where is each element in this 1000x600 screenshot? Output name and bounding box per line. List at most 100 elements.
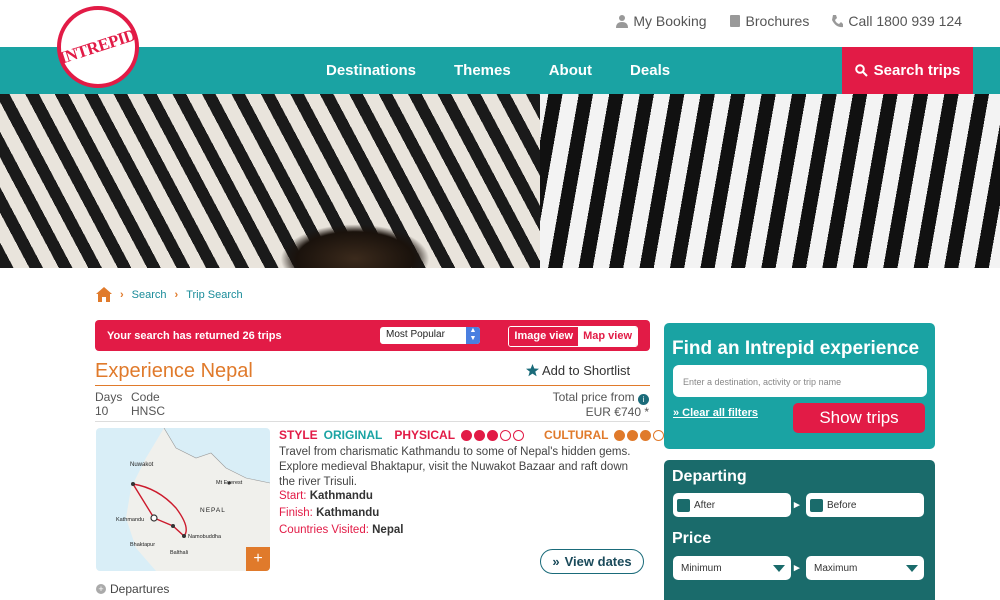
map-label-bhaktapur: Bhaktapur: [130, 542, 155, 548]
code-value: HNSC: [131, 404, 166, 418]
call-link[interactable]: Call 1800 939 124: [831, 13, 962, 29]
map-label-everest: Mt Everest: [216, 480, 243, 486]
info-icon[interactable]: i: [638, 394, 649, 405]
book-icon: [729, 15, 740, 27]
style-value: ORIGINAL: [323, 428, 383, 442]
breadcrumb-trip-search[interactable]: Trip Search: [186, 289, 242, 301]
search-icon: [854, 64, 868, 77]
nav-themes[interactable]: Themes: [454, 62, 511, 79]
brochures-link[interactable]: Brochures: [729, 13, 810, 29]
double-chevron-icon: »: [552, 554, 560, 569]
rating-dot: [461, 429, 473, 441]
countries-value: Nepal: [372, 524, 404, 536]
expand-map-icon[interactable]: +: [246, 547, 270, 571]
before-date-field[interactable]: Before: [806, 493, 924, 517]
dropdown-caret-icon: [773, 565, 785, 572]
rating-dot: [653, 429, 665, 441]
finish-label: Finish:: [279, 507, 313, 519]
trip-price: Total price from i EUR €740 *: [553, 390, 649, 419]
utility-links: My Booking Brochures Call 1800 939 124: [616, 13, 962, 29]
trip-title[interactable]: Experience Nepal: [95, 360, 253, 383]
map-view-button[interactable]: Map view: [578, 327, 637, 346]
departing-title: Departing: [672, 468, 747, 485]
trip-days: Days 10: [95, 390, 122, 418]
home-icon[interactable]: [96, 287, 112, 302]
finish-value: Kathmandu: [316, 507, 380, 519]
cultural-label: CULTURAL: [544, 428, 609, 442]
trip-map[interactable]: Nuwakot Mt Everest NEPAL Kathmandu Bhakt…: [96, 428, 270, 571]
route-map: Nuwakot Mt Everest NEPAL Kathmandu Bhakt…: [116, 428, 270, 571]
rating-dot: [500, 429, 512, 441]
map-label-namobuddha: Namobuddha: [188, 534, 222, 540]
rating-dot: [474, 429, 486, 441]
minimum-label: Minimum: [681, 562, 722, 574]
my-booking-label: My Booking: [633, 13, 707, 29]
sort-select[interactable]: Most Popular ▲ ▼: [380, 327, 480, 344]
calendar-icon: [810, 498, 823, 512]
start-label: Start:: [279, 490, 307, 502]
range-separator: ▸: [794, 562, 800, 574]
price-label: Total price from: [552, 390, 635, 404]
logo-text: INTREPID: [57, 25, 139, 68]
clear-filters-link[interactable]: » Clear all filters: [673, 407, 758, 419]
departures-label: Departures: [110, 582, 170, 596]
hero-zebra-face: [0, 94, 540, 268]
shortlist-label: Add to Shortlist: [542, 363, 631, 378]
before-label: Before: [827, 499, 857, 511]
nav-deals[interactable]: Deals: [630, 62, 670, 79]
map-label-kathmandu: Kathmandu: [116, 517, 144, 523]
rating-dot: [627, 429, 639, 441]
price-value: EUR €740 *: [585, 405, 649, 419]
departures-toggle[interactable]: + Departures: [96, 582, 169, 596]
style-label: STYLE: [279, 428, 318, 442]
after-date-field[interactable]: After: [673, 493, 791, 517]
intrepid-logo[interactable]: INTREPID: [57, 6, 139, 88]
price-min-select[interactable]: Minimum: [673, 556, 791, 580]
price-title: Price: [672, 530, 712, 547]
rating-dot: [614, 429, 626, 441]
physical-label: PHYSICAL: [394, 428, 456, 442]
nav-about[interactable]: About: [549, 62, 592, 79]
star-icon: [526, 364, 539, 377]
finder-search-input[interactable]: Enter a destination, activity or trip na…: [673, 365, 927, 397]
user-icon: [616, 15, 629, 28]
breadcrumb-chevron-icon: ›: [174, 288, 179, 301]
map-label-nuwakot: Nuwakot: [130, 462, 154, 468]
plus-icon: +: [96, 584, 106, 594]
trip-route: Start: Kathmandu Finish: Kathmandu Count…: [279, 488, 403, 539]
search-trips-label: Search trips: [873, 62, 961, 79]
brochures-label: Brochures: [745, 13, 810, 29]
code-label: Code: [131, 390, 160, 404]
rating-dot: [487, 429, 499, 441]
meta-divider: [95, 421, 650, 422]
view-toggle: Image view Map view: [508, 326, 638, 347]
utility-bar: My Booking Brochures Call 1800 939 124: [0, 0, 1000, 47]
maximum-label: Maximum: [814, 562, 858, 574]
rating-dot: [640, 429, 652, 441]
price-max-select[interactable]: Maximum: [806, 556, 924, 580]
sort-select-value: Most Popular: [386, 329, 445, 340]
nav-destinations[interactable]: Destinations: [326, 62, 416, 79]
search-trips-button[interactable]: Search trips: [842, 47, 973, 94]
title-divider: [95, 385, 650, 386]
days-label: Days: [95, 390, 123, 404]
finder-title: Find an Intrepid experience: [672, 338, 920, 359]
call-label: Call 1800 939 124: [848, 13, 962, 29]
add-to-shortlist-button[interactable]: Add to Shortlist: [526, 363, 630, 378]
trip-ratings: STYLE ORIGINAL PHYSICAL CULTURAL: [279, 428, 678, 442]
image-view-button[interactable]: Image view: [509, 327, 579, 346]
countries-label: Countries Visited:: [279, 524, 369, 536]
calendar-icon: [677, 498, 690, 512]
my-booking-link[interactable]: My Booking: [616, 13, 707, 29]
main-nav: Destinations Themes About Deals Search t…: [0, 47, 1000, 94]
breadcrumb: › Search › Trip Search: [96, 287, 243, 302]
phone-icon: [832, 15, 844, 28]
map-label-nepal: NEPAL: [200, 507, 226, 514]
show-trips-button[interactable]: Show trips: [793, 403, 925, 433]
finder-panel: Find an Intrepid experience Enter a dest…: [664, 323, 935, 449]
map-label-balthali: Balthali: [170, 550, 188, 556]
results-summary: Your search has returned 26 trips: [107, 330, 282, 342]
breadcrumb-search[interactable]: Search: [132, 289, 167, 301]
view-dates-button[interactable]: » View dates: [540, 549, 644, 574]
select-arrows-icon: ▲ ▼: [466, 327, 480, 344]
